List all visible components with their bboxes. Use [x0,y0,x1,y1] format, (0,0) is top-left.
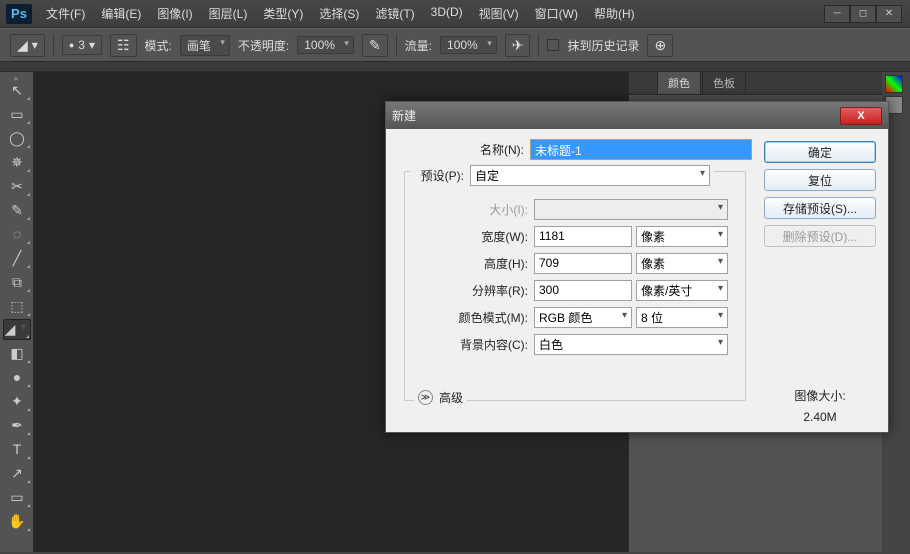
tool-pen[interactable]: ✒ [3,414,31,436]
width-label: 宽度(W): [414,228,534,245]
menu-image[interactable]: 图像(I) [149,5,200,22]
brush-panel-icon: ☷ [117,37,130,54]
tool-crop[interactable]: ✂ [3,175,31,197]
document-tabs [0,62,910,72]
brush-picker[interactable]: ●3▾ [62,35,102,55]
erase-history-label: 抹到历史记录 [567,37,639,54]
tool-preset[interactable]: ◢▾ [10,34,45,57]
dialog-title: 新建 [392,107,416,124]
width-unit[interactable]: 像素 [636,226,728,247]
airbrush-icon: ✈ [512,37,524,54]
menu-view[interactable]: 视图(V) [471,5,527,22]
colormode-label: 颜色模式(M): [414,309,534,326]
toolbox: ▸ ↖ ▭ ◯ ✵ ✂ ✎ ◌ ╱ ⧉ ⬚ ◢ ◧ ● ✦ ✒ T ↗ ▭ ✋ [0,72,34,552]
tool-path[interactable]: ↗ [3,462,31,484]
minimize-button[interactable]: ─ [824,5,850,23]
target-icon: ⊕ [654,37,666,54]
color-ramp-icon[interactable] [885,75,903,93]
colormode-select[interactable]: RGB 颜色 [534,307,632,328]
brush-panel-toggle[interactable]: ☷ [110,34,137,57]
menu-3d[interactable]: 3D(D) [423,5,471,22]
advanced-label[interactable]: 高级 [439,389,463,406]
delete-preset-button: 删除预设(D)... [764,225,876,247]
eraser-icon: ◢ [17,37,28,54]
new-document-dialog: 新建 X 名称(N): 未标题-1 预设(P): 自定 大小(I): 宽度(W)… [385,101,889,433]
menu-file[interactable]: 文件(F) [38,5,93,22]
opacity-pressure[interactable]: ✎ [362,34,388,57]
tool-move[interactable]: ↖ [3,79,31,101]
menu-help[interactable]: 帮助(H) [586,5,643,22]
flow-select[interactable]: 100% [440,36,497,54]
tool-hand[interactable]: ✋ [3,510,31,532]
opacity-label: 不透明度: [238,37,289,54]
bg-label: 背景内容(C): [414,336,534,353]
bg-select[interactable]: 白色 [534,334,728,355]
tool-dodge[interactable]: ✦ [3,390,31,412]
height-input[interactable]: 709 [534,253,632,274]
menu-select[interactable]: 选择(S) [311,5,367,22]
menu-layer[interactable]: 图层(L) [201,5,256,22]
reset-button[interactable]: 复位 [764,169,876,191]
width-input[interactable]: 1181 [534,226,632,247]
tool-wand[interactable]: ✵ [3,151,31,173]
res-label: 分辨率(R): [414,282,534,299]
tool-eraser[interactable]: ◢ [3,319,31,340]
tool-blur[interactable]: ● [3,366,31,388]
main-menu: 文件(F) 编辑(E) 图像(I) 图层(L) 类型(Y) 选择(S) 滤镜(T… [38,5,643,22]
tool-eyedropper[interactable]: ✎ [3,199,31,221]
tool-heal[interactable]: ◌ [3,223,31,245]
tool-brush[interactable]: ╱ [3,247,31,269]
tool-lasso[interactable]: ◯ [3,127,31,149]
erase-history-checkbox[interactable] [547,39,559,51]
opacity-select[interactable]: 100% [297,36,354,54]
app-logo: Ps [6,4,32,24]
options-bar: ◢▾ ●3▾ ☷ 模式: 画笔 不透明度: 100% ✎ 流量: 100% ✈ … [0,28,910,62]
name-input[interactable]: 未标题-1 [530,139,752,160]
menu-window[interactable]: 窗口(W) [527,5,586,22]
flow-label: 流量: [405,37,432,54]
airbrush-toggle[interactable]: ✈ [505,34,531,57]
tool-marquee[interactable]: ▭ [3,103,31,125]
tool-stamp[interactable]: ⧉ [3,271,31,293]
size-label: 大小(I): [414,201,534,218]
tab-color[interactable]: 颜色 [657,71,701,94]
height-unit[interactable]: 像素 [636,253,728,274]
preset-label: 预设(P): [414,167,470,184]
res-unit[interactable]: 像素/英寸 [636,280,728,301]
mode-label: 模式: [145,37,172,54]
menu-edit[interactable]: 编辑(E) [93,5,149,22]
imagesize-value: 2.40M [772,410,868,424]
ok-button[interactable]: 确定 [764,141,876,163]
size-select [534,199,728,220]
imagesize-label: 图像大小: [772,387,868,404]
menu-filter[interactable]: 滤镜(T) [367,5,422,22]
bitdepth-select[interactable]: 8 位 [636,307,728,328]
save-preset-button[interactable]: 存储预设(S)... [764,197,876,219]
height-label: 高度(H): [414,255,534,272]
tool-shape[interactable]: ▭ [3,486,31,508]
preset-select[interactable]: 自定 [470,165,710,186]
menu-type[interactable]: 类型(Y) [255,5,311,22]
name-label: 名称(N): [398,141,530,158]
dialog-close-button[interactable]: X [840,107,882,125]
mode-select[interactable]: 画笔 [180,35,230,56]
tablet-pressure[interactable]: ⊕ [647,34,673,57]
tool-history[interactable]: ⬚ [3,295,31,317]
tool-gradient[interactable]: ◧ [3,342,31,364]
tool-text[interactable]: T [3,438,31,460]
maximize-button[interactable]: ◻ [850,5,876,23]
pressure-icon: ✎ [369,37,381,54]
advanced-toggle-icon[interactable]: ≫ [418,390,433,405]
tab-swatches[interactable]: 色板 [702,71,746,94]
close-button[interactable]: ✕ [876,5,902,23]
res-input[interactable]: 300 [534,280,632,301]
